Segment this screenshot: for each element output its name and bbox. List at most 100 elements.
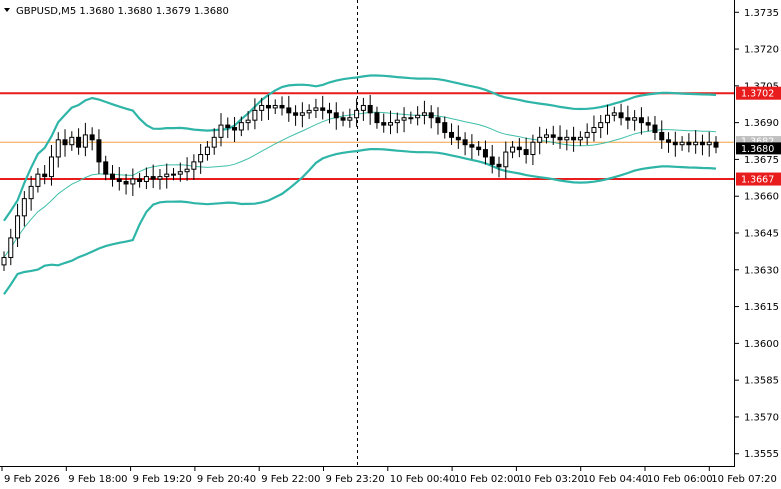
candle-body-bearish <box>109 173 115 180</box>
candle-body-bullish <box>632 117 638 121</box>
candle-body-bearish <box>666 139 672 143</box>
candle-body-bearish <box>523 149 529 156</box>
price-tick-label: 1.3600 <box>744 339 779 350</box>
candle-body-bearish <box>381 122 387 126</box>
candle-body-bullish <box>605 114 611 124</box>
candle-body-bearish <box>659 131 665 141</box>
candle-body-bullish <box>191 161 197 170</box>
time-tick-label: 9 Feb 2026 <box>4 474 60 485</box>
candle-body-bearish <box>455 136 461 141</box>
time-tick-label: 10 Feb 07:20 <box>711 474 777 485</box>
candle-body-bullish <box>299 112 305 116</box>
candle-body-bearish <box>462 139 468 146</box>
candle-body-bullish <box>577 136 583 141</box>
time-tick-label: 9 Feb 20:40 <box>197 474 256 485</box>
candle-body-bearish <box>618 112 624 119</box>
candle-body-bearish <box>638 117 644 124</box>
candle-body-bearish <box>489 156 495 165</box>
candle-body-bullish <box>48 156 54 178</box>
resistance-price-badge: 1.3702 <box>736 86 781 100</box>
candle-body-bearish <box>320 107 326 111</box>
time-tick-label: 9 Feb 23:20 <box>326 474 385 485</box>
candle-body-bearish <box>76 136 82 148</box>
candle-body-bearish <box>482 149 488 158</box>
last-badge-text: 1.3680 <box>741 144 774 155</box>
time-tick-label: 10 Feb 02:00 <box>454 474 520 485</box>
price-tick-label: 1.3675 <box>744 155 779 166</box>
candle-body-bearish <box>496 163 502 168</box>
candle-body-bearish <box>225 124 231 129</box>
candle-body-bullish <box>679 141 685 146</box>
price-tick-label: 1.3630 <box>744 265 779 276</box>
price-tick-label: 1.3555 <box>744 449 779 460</box>
candle-body-bullish <box>591 127 597 133</box>
time-tick-label: 10 Feb 06:00 <box>647 474 713 485</box>
candle-body-bullish <box>530 141 536 156</box>
candle-body-bullish <box>211 136 217 148</box>
candle-body-bullish <box>204 146 210 156</box>
candle-body-bearish <box>367 104 373 114</box>
candle-body-bullish <box>82 134 88 148</box>
support-badge-text: 1.3667 <box>741 175 774 186</box>
candle-body-bearish <box>340 117 346 121</box>
candle-body-bullish <box>408 117 414 120</box>
candle-body-bullish <box>415 114 421 119</box>
candle-body-bullish <box>35 173 41 187</box>
candle-body-bullish <box>171 173 177 176</box>
candle-body-bullish <box>360 104 366 111</box>
symbol-ohlc-text: GBPUSD,M5 1.3680 1.3680 1.3679 1.3680 <box>16 6 229 17</box>
candle-body-bullish <box>306 109 312 114</box>
candle-body-bullish <box>272 104 278 109</box>
candle-body-bearish <box>625 117 631 121</box>
resistance-badge-text: 1.3702 <box>741 89 774 100</box>
price-tick-label: 1.3585 <box>744 376 779 387</box>
time-tick-label: 10 Feb 04:40 <box>583 474 649 485</box>
chart-header: GBPUSD,M5 1.3680 1.3680 1.3679 1.3680 <box>4 6 229 17</box>
price-tick-label: 1.3660 <box>744 192 779 203</box>
plot-background <box>0 0 781 489</box>
candle-body-bearish <box>699 141 705 146</box>
candle-body-bullish <box>598 122 604 129</box>
candle-body-bullish <box>354 109 360 119</box>
candle-body-bullish <box>259 104 265 111</box>
candle-body-bullish <box>421 112 427 116</box>
candle-body-bearish <box>469 144 475 148</box>
candle-body-bullish <box>55 139 61 158</box>
candle-body-bullish <box>28 185 34 200</box>
time-tick-label: 9 Feb 22:00 <box>261 474 320 485</box>
price-tick-label: 1.3615 <box>744 302 779 313</box>
candle-body-bullish <box>564 136 570 141</box>
candle-body-bearish <box>89 134 95 141</box>
price-tick-label: 1.3720 <box>744 45 779 56</box>
candle-body-bearish <box>333 112 339 119</box>
candle-body-bullish <box>130 178 136 185</box>
candle-body-bearish <box>571 136 577 141</box>
price-chart[interactable]: 1.37351.37201.37051.36901.36751.36601.36… <box>0 0 781 489</box>
candle-body-bearish <box>442 122 448 133</box>
candle-body-bearish <box>550 134 556 138</box>
candle-body-bearish <box>279 104 285 109</box>
candle-body-bearish <box>137 178 143 182</box>
candle-body-bullish <box>15 215 21 239</box>
candle-body-bullish <box>177 171 183 175</box>
candle-body-bullish <box>218 124 224 138</box>
candle-body-bullish <box>347 117 353 121</box>
price-tick-label: 1.3570 <box>744 412 779 423</box>
candle-body-bearish <box>652 124 658 133</box>
time-tick-label: 10 Feb 00:40 <box>390 474 456 485</box>
candle-body-bullish <box>394 119 400 124</box>
candle-body-bearish <box>96 139 102 163</box>
price-tick-label: 1.3690 <box>744 118 779 129</box>
candle-body-bullish <box>537 136 543 143</box>
candle-body-bullish <box>157 176 163 180</box>
candle-body-bullish <box>693 141 699 146</box>
candle-body-bullish <box>21 198 27 217</box>
candle-body-bearish <box>123 180 129 185</box>
candle-body-bearish <box>232 127 238 131</box>
candle-body-bullish <box>143 176 149 182</box>
candle-body-bullish <box>706 141 712 146</box>
candle-body-bearish <box>116 178 122 182</box>
candle-body-bullish <box>198 154 204 163</box>
candle-body-bullish <box>1 257 7 266</box>
candle-body-bullish <box>584 131 590 138</box>
